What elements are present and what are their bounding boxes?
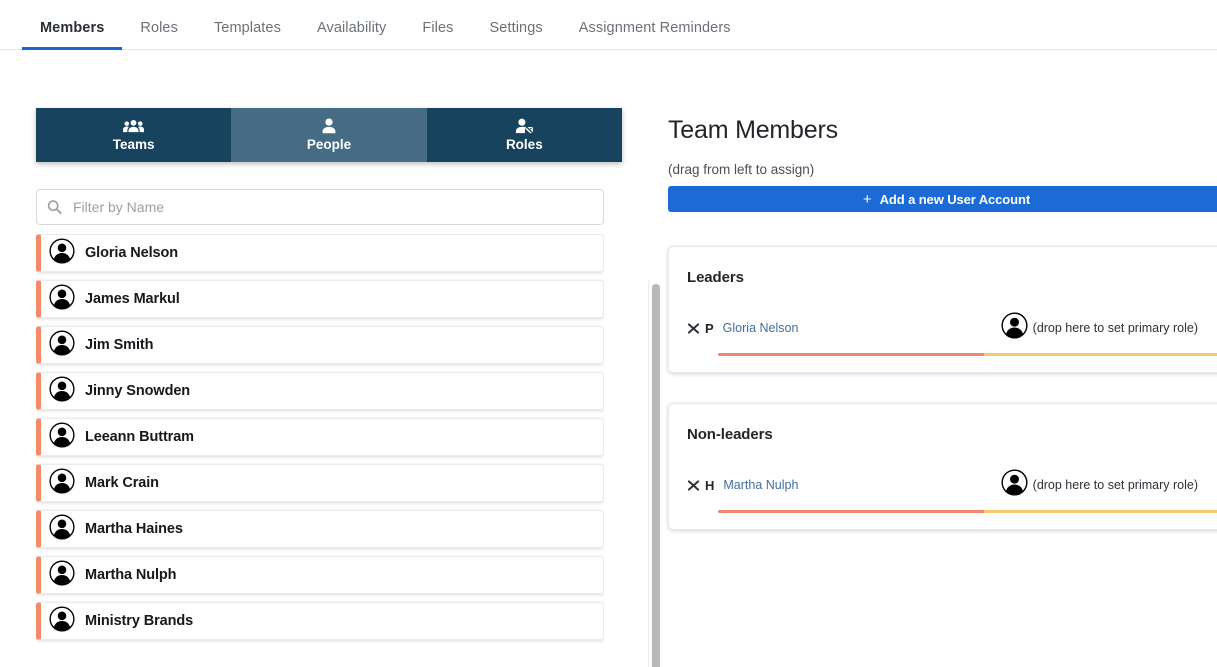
top-navigation-tabs: MembersRolesTemplatesAvailabilityFilesSe… — [0, 0, 1217, 50]
drag-hint-text: (drag from left to assign) — [668, 162, 1217, 177]
segmented-tab-label: People — [307, 137, 351, 152]
assigned-person-link[interactable]: Gloria Nelson — [723, 321, 799, 335]
avatar-icon — [49, 376, 75, 407]
avatar-icon — [49, 284, 75, 315]
member-name: Gloria Nelson — [85, 245, 178, 261]
plus-icon: + — [863, 192, 872, 207]
member-list[interactable]: Gloria Nelson James Markul Jim Smith Jinny … — [36, 234, 604, 664]
segmented-tab-bar: Teams People Roles — [36, 108, 622, 162]
segmented-tab-label: Teams — [113, 137, 155, 152]
role-card-non-leaders: Non-leaders H Martha Nulph (drop here to se… — [668, 403, 1217, 530]
tab-templates[interactable]: Templates — [196, 21, 299, 50]
role-coverage-bar — [718, 510, 1217, 513]
member-list-item[interactable]: Mark Crain — [36, 464, 604, 502]
primary-role-drop-zone[interactable]: (drop here to set primary role) — [1001, 469, 1198, 501]
avatar-icon — [49, 514, 75, 545]
member-list-item[interactable]: Martha Nulph — [36, 556, 604, 594]
tab-assignment-reminders[interactable]: Assignment Reminders — [561, 21, 749, 50]
avatar-icon — [49, 468, 75, 499]
person-icon — [321, 118, 337, 134]
avatar-icon — [1001, 469, 1028, 501]
role-coverage-bar-remainder — [984, 353, 1217, 356]
role-card-title: Non-leaders — [687, 426, 1206, 443]
avatar-icon — [49, 238, 75, 269]
tab-settings[interactable]: Settings — [472, 21, 561, 50]
role-badge[interactable]: P — [705, 321, 714, 336]
member-list-item[interactable]: Gloria Nelson — [36, 234, 604, 272]
member-name: Martha Haines — [85, 521, 183, 537]
role-coverage-bar-filled — [718, 353, 984, 356]
role-card-title: Leaders — [687, 269, 1206, 286]
avatar-icon — [49, 606, 75, 637]
tab-files[interactable]: Files — [404, 21, 471, 50]
member-list-item[interactable]: Jim Smith — [36, 326, 604, 364]
assignment-row: P Gloria Nelson (drop here to set primary … — [687, 312, 1206, 344]
segmented-tab-roles[interactable]: Roles — [427, 108, 622, 162]
avatar-icon — [49, 330, 75, 361]
close-icon[interactable] — [687, 322, 700, 335]
role-coverage-bar — [718, 353, 1217, 356]
assigned-person-link[interactable]: Martha Nulph — [723, 478, 798, 492]
drop-zone-hint: (drop here to set primary role) — [1033, 478, 1198, 492]
avatar-icon — [49, 422, 75, 453]
member-name: Ministry Brands — [85, 613, 193, 629]
person-tag-icon — [515, 118, 534, 134]
member-name: Jinny Snowden — [85, 383, 190, 399]
segmented-tab-teams[interactable]: Teams — [36, 108, 231, 162]
drop-zone-hint: (drop here to set primary role) — [1033, 321, 1198, 335]
member-list-item[interactable]: Jinny Snowden — [36, 372, 604, 410]
member-list-item[interactable]: Leeann Buttram — [36, 418, 604, 456]
people-group-icon — [123, 118, 144, 134]
avatar-icon — [1001, 312, 1028, 344]
role-coverage-bar-filled — [718, 510, 984, 513]
member-list-item[interactable]: Martha Haines — [36, 510, 604, 548]
tab-members[interactable]: Members — [22, 21, 122, 50]
filter-field-wrapper — [36, 189, 604, 225]
primary-role-drop-zone[interactable]: (drop here to set primary role) — [1001, 312, 1198, 344]
page-title: Team Members — [668, 118, 1217, 143]
member-name: Leeann Buttram — [85, 429, 194, 445]
role-card-leaders: Leaders P Gloria Nelson (drop here to set p… — [668, 246, 1217, 373]
tab-roles[interactable]: Roles — [122, 21, 196, 50]
role-card-container: Leaders P Gloria Nelson (drop here to set p… — [668, 246, 1217, 530]
member-list-scrollbar-thumb[interactable] — [652, 284, 660, 667]
member-name: Jim Smith — [85, 337, 153, 353]
tab-availability[interactable]: Availability — [299, 21, 404, 50]
member-list-scrollbar-track[interactable] — [648, 280, 662, 667]
segmented-tab-people[interactable]: People — [231, 108, 426, 162]
right-panel: Team Members (drag from left to assign) … — [622, 108, 1217, 667]
member-list-item[interactable]: Ministry Brands — [36, 602, 604, 640]
add-new-user-account-button[interactable]: + Add a new User Account — [668, 186, 1217, 212]
member-name: Martha Nulph — [85, 567, 176, 583]
close-icon[interactable] — [687, 479, 700, 492]
role-coverage-bar-remainder — [984, 510, 1217, 513]
avatar-icon — [49, 560, 75, 591]
member-list-item[interactable]: James Markul — [36, 280, 604, 318]
role-badge[interactable]: H — [705, 478, 714, 493]
add-new-user-account-label: Add a new User Account — [880, 192, 1030, 207]
workspace: Teams People Roles Gloria Nelson James Mark… — [0, 50, 1217, 667]
assignment-row: H Martha Nulph (drop here to set primary r… — [687, 469, 1206, 501]
filter-by-name-input[interactable] — [36, 189, 604, 225]
member-name: Mark Crain — [85, 475, 159, 491]
left-panel: Teams People Roles Gloria Nelson James Mark… — [36, 108, 622, 667]
segmented-tab-label: Roles — [506, 137, 543, 152]
member-name: James Markul — [85, 291, 180, 307]
